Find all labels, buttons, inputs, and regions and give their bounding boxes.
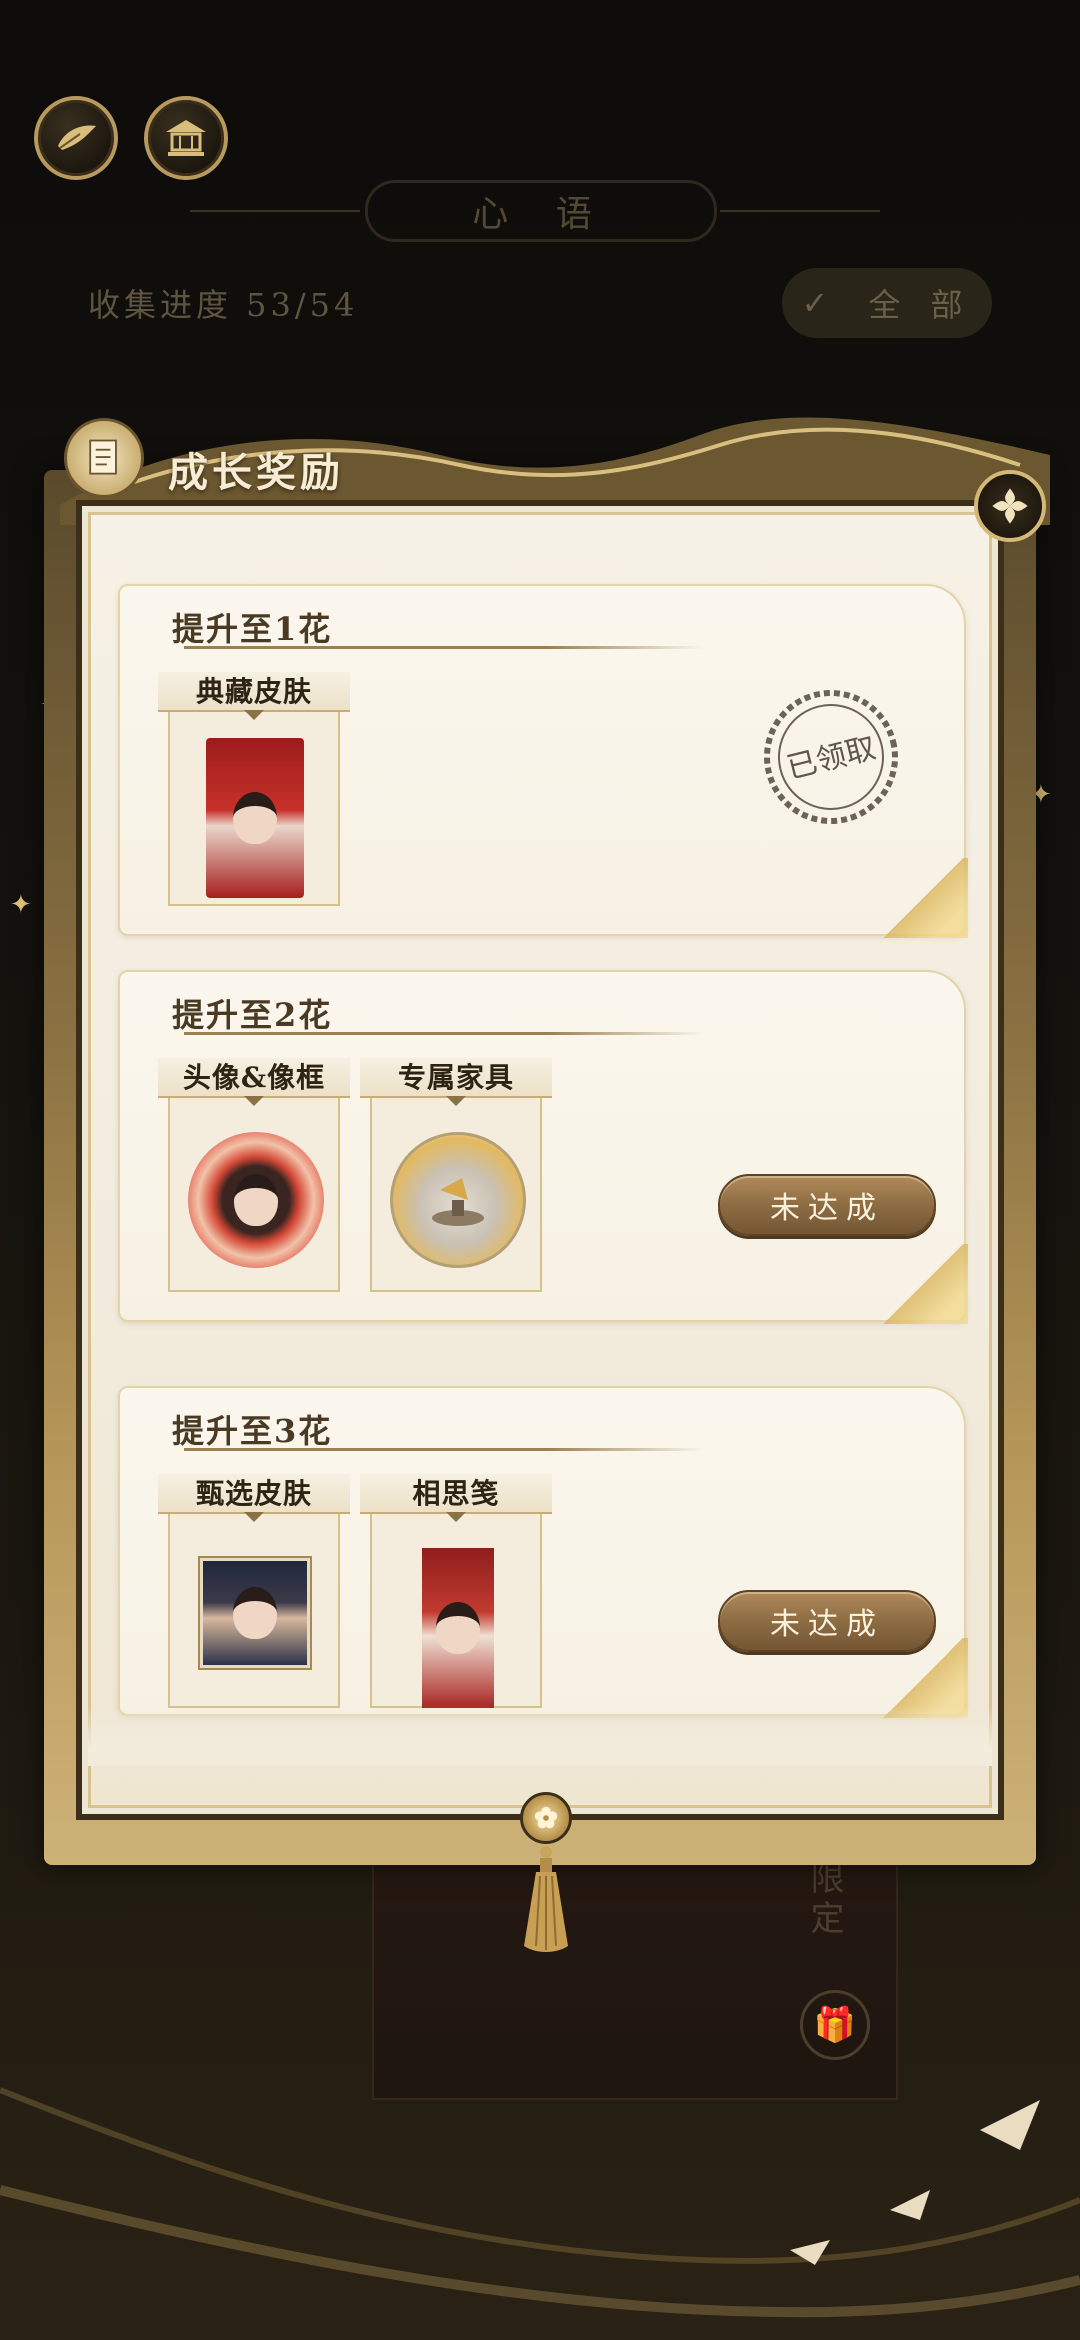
reward-item[interactable]: 典藏皮肤 (158, 672, 350, 906)
reward-item[interactable]: 专属家具 (360, 1058, 552, 1292)
tier-title: 提升至3花 (172, 1412, 333, 1450)
character-face (233, 1587, 277, 1639)
gramophone-icon (432, 1178, 484, 1226)
feather-icon[interactable] (34, 96, 118, 180)
skin-artwork (206, 738, 304, 898)
letter-artwork (422, 1548, 494, 1708)
tier-title: 提升至2花 (172, 996, 333, 1034)
divider (184, 1448, 704, 1451)
divider (184, 646, 704, 649)
reward-label: 相思笺 (360, 1474, 552, 1522)
stamp-text: 已领取 (783, 731, 879, 787)
scroll-document-icon (64, 418, 144, 498)
reward-item[interactable]: 头像&像框 (158, 1058, 350, 1292)
reward-item[interactable]: 相思笺 (360, 1474, 552, 1708)
bg-page-title: 心 语 (472, 194, 610, 235)
reward-tier-card: 提升至3花 甄选皮肤 相思笺 未达成 (118, 1386, 968, 1718)
collection-progress: 收集进度 53/54 (88, 286, 359, 324)
divider (184, 1032, 704, 1035)
panel-title: 成长奖励 (168, 449, 344, 496)
portrait-artwork (200, 1558, 310, 1668)
reward-label: 头像&像框 (158, 1058, 350, 1106)
flower-close-icon (992, 488, 1028, 524)
close-button[interactable] (974, 470, 1046, 542)
avatar-frame-artwork (188, 1132, 324, 1268)
character-face (234, 1174, 278, 1226)
reward-label: 甄选皮肤 (158, 1474, 350, 1522)
sparkle-icon: ✦ (10, 890, 32, 920)
filter-label: 全 部 (868, 286, 973, 324)
pavilion-icon[interactable] (144, 96, 228, 180)
filter-button[interactable]: ✓ 全 部 (782, 268, 992, 338)
character-face (233, 792, 277, 844)
not-achieved-button[interactable]: 未达成 (718, 1174, 936, 1236)
reward-tier-card: 提升至1花 典藏皮肤 已领取 (118, 584, 968, 938)
limited-label: 限定 (804, 1860, 844, 1940)
decor-line (190, 210, 360, 212)
decor-line (720, 210, 880, 212)
scroll-fade (88, 1706, 992, 1766)
plum-flower-knob-icon (520, 1792, 572, 1844)
character-face (436, 1602, 480, 1654)
tier-title: 提升至1花 (172, 610, 333, 648)
tassel-decor (524, 1846, 568, 1952)
furniture-artwork (390, 1132, 526, 1268)
reward-label: 典藏皮肤 (158, 672, 350, 720)
check-icon: ✓ (801, 284, 839, 322)
reward-label: 专属家具 (360, 1058, 552, 1106)
decor-swirl (0, 2087, 1080, 2318)
reward-item[interactable]: 甄选皮肤 (158, 1474, 350, 1708)
not-achieved-button[interactable]: 未达成 (718, 1590, 936, 1652)
bg-title-frame: 心 语 (365, 180, 717, 242)
claimed-stamp: 已领取 (764, 690, 898, 824)
reward-tier-card: 提升至2花 头像&像框 专属家具 未达成 (118, 970, 968, 1324)
